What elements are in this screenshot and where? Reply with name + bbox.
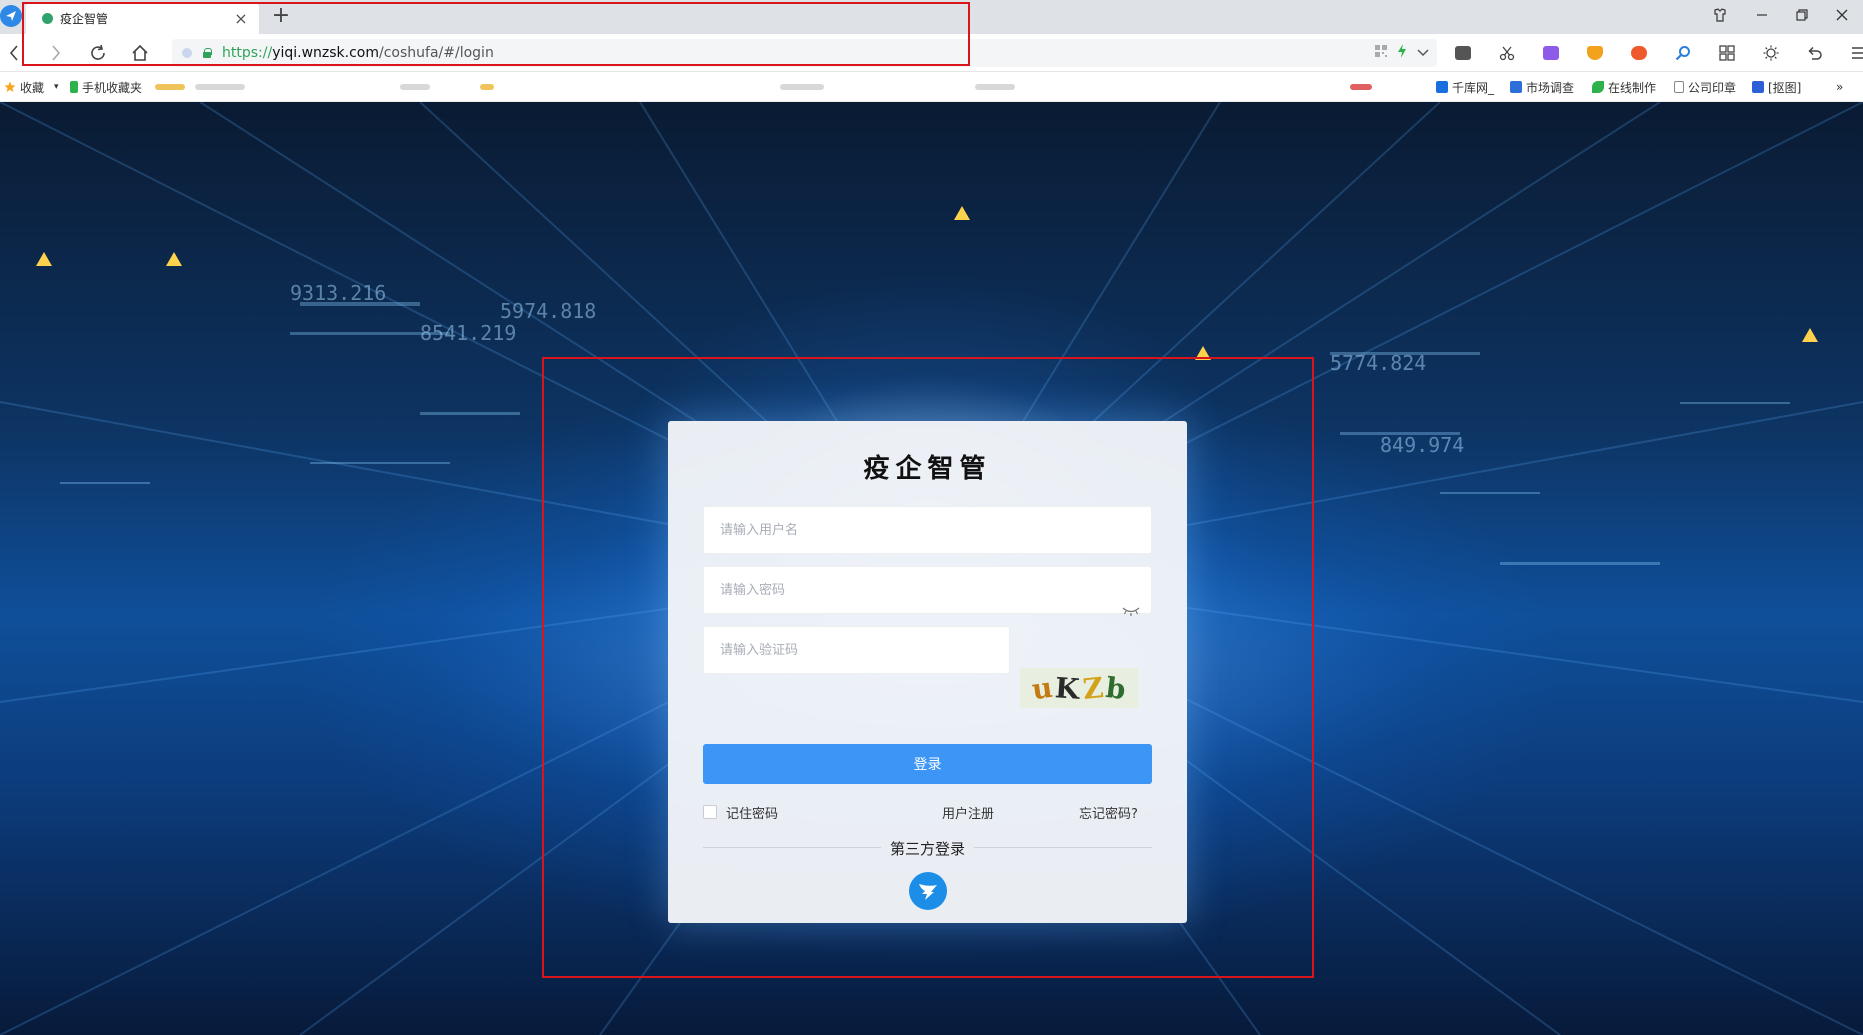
bookmark-label: 千库网_ [1452,80,1495,95]
third-party-title: 第三方登录 [889,840,965,858]
svg-text:8541.219: 8541.219 [420,321,516,345]
login-title: 疫企智管 [863,454,992,484]
qr-code-icon[interactable] [1375,45,1387,61]
blurred-bookmark [400,84,430,90]
svg-text:5974.818: 5974.818 [500,299,596,323]
menu-icon[interactable] [1841,40,1863,66]
lightning-icon[interactable] [1397,44,1407,62]
bookmark-market[interactable]: 市场调查 [1510,72,1574,102]
captcha-char: Z [1081,670,1105,706]
bookmark-label: 市场调查 [1526,80,1575,95]
captcha-input[interactable] [703,626,1010,674]
captcha-char: b [1104,670,1128,706]
bookmark-label: 公司印章 [1688,80,1737,95]
apps-grid-icon[interactable] [1709,40,1745,66]
blurred-bookmark [975,84,1015,90]
captcha-image[interactable]: u K Z b [1020,668,1138,708]
blurred-bookmark [195,84,245,90]
forgot-password-link[interactable]: 忘记密码? [1079,803,1138,822]
bookmark-cutout[interactable]: [抠图] [1752,72,1801,102]
bookmark-seal[interactable]: 公司印章 [1674,72,1736,102]
bookmark-label: 手机收藏夹 [82,80,143,95]
blurred-bookmark [155,84,185,90]
captcha-char: K [1054,670,1081,706]
highlight-frame-address [22,2,970,66]
star-icon [4,81,16,92]
checkbox-box[interactable] [703,805,717,819]
minimize-icon[interactable] [1742,0,1782,30]
blurred-bookmark [780,84,824,90]
close-window-icon[interactable] [1822,0,1862,30]
browser-logo-icon[interactable] [0,5,22,27]
bookmark-mobile[interactable]: 手机收藏夹 [70,72,142,102]
toolbar-icons [1445,38,1863,68]
svg-text:5774.824: 5774.824 [1330,351,1426,375]
password-input[interactable] [703,566,1152,614]
bookmark-favorites[interactable]: 收藏 ▾ [4,72,59,102]
translate-icon[interactable] [1533,40,1569,66]
remember-label: 记住密码 [726,806,779,822]
brightness-icon[interactable] [1753,40,1789,66]
chevron-down-icon[interactable] [1417,46,1429,61]
bookmarks-more-button[interactable]: » [1836,72,1843,102]
svg-text:9313.216: 9313.216 [290,281,386,305]
dingtalk-login-icon[interactable] [909,872,947,910]
bookmarks-bar: 收藏 ▾ 手机收藏夹 千库网_ 市场调查 在线制作 公司印章 [抠图] » [0,72,1863,102]
bookmark-label: [抠图] [1768,80,1802,95]
undo-icon[interactable] [1797,40,1833,66]
shield-app-icon[interactable] [1577,40,1613,66]
blurred-bookmark [1350,84,1372,90]
scissors-icon[interactable] [1489,40,1525,66]
svg-text:849.974: 849.974 [1380,433,1464,457]
screenshot-icon[interactable] [1445,40,1481,66]
login-button[interactable]: 登录 [703,744,1152,784]
game-icon[interactable] [1621,40,1657,66]
register-link[interactable]: 用户注册 [942,803,994,822]
blurred-bookmark [480,84,494,90]
doc-icon [1674,81,1684,93]
eye-closed-icon[interactable] [1122,605,1140,617]
remember-password-checkbox[interactable]: 记住密码 [703,803,779,822]
restore-icon[interactable] [1782,0,1822,30]
bookmark-online-make[interactable]: 在线制作 [1592,72,1656,102]
login-page: 9313.216 5974.818 8541.219 5774.824 849.… [0,102,1863,1035]
chart-doc-icon [1510,81,1522,93]
cutout-icon [1752,81,1764,93]
bookmark-label: 在线制作 [1608,80,1657,95]
bookmark-qianku[interactable]: 千库网_ [1436,72,1494,102]
phone-icon [70,81,78,93]
k-logo-icon [1436,81,1448,93]
captcha-char: u [1029,670,1055,706]
username-input[interactable] [703,506,1152,554]
search-icon[interactable] [1665,40,1701,66]
leaf-icon [1592,81,1604,93]
login-card: 疫企智管 u K Z b 登录 记住密码 用户注册 忘记密码? 第三方登录 [668,421,1187,923]
chevron-down-icon: ▾ [54,82,59,92]
skin-icon[interactable] [1700,0,1740,30]
bookmark-label: 收藏 [20,80,45,95]
